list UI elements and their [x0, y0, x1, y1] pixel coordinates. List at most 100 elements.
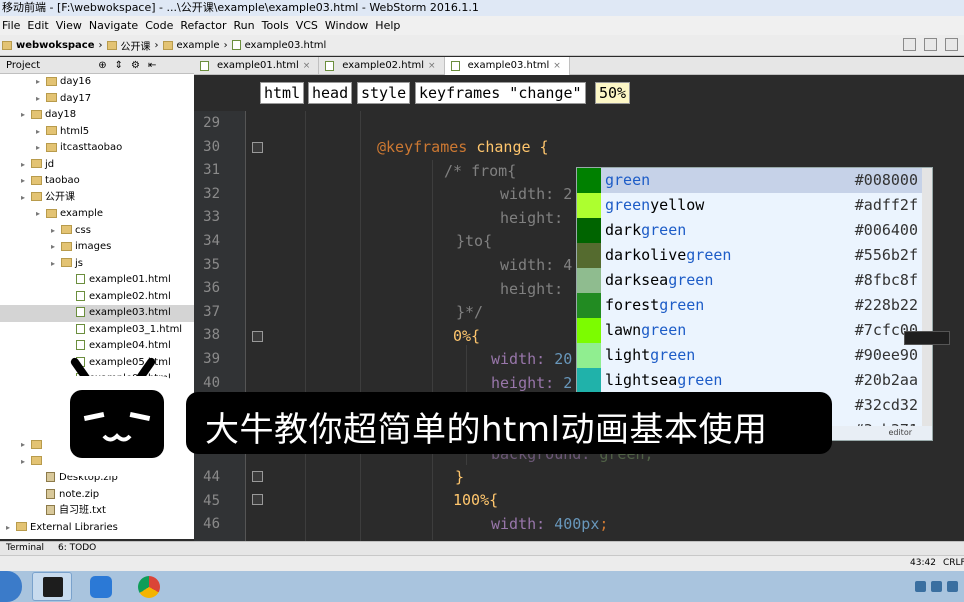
hide-icon[interactable]: ⇤: [148, 57, 156, 73]
breadcrumb-item[interactable]: head: [308, 82, 353, 104]
nav-folder2[interactable]: example: [177, 40, 220, 51]
fold-marker-icon[interactable]: [252, 471, 263, 482]
menu-refactor[interactable]: Refactor: [180, 16, 226, 35]
tab-example02-html[interactable]: example02.html ×: [319, 57, 445, 75]
expand-arrow-icon[interactable]: ▸: [21, 107, 31, 124]
expand-arrow-icon[interactable]: ▸: [21, 173, 31, 190]
menu-vcs[interactable]: VCS: [296, 16, 318, 35]
webstorm-taskbar-icon[interactable]: [32, 572, 72, 601]
sync-icon[interactable]: ⊕: [98, 57, 106, 73]
menu-run[interactable]: Run: [234, 16, 255, 35]
popup-scrollbar[interactable]: [922, 168, 932, 440]
expand-arrow-icon[interactable]: ▸: [36, 91, 46, 108]
collapse-icon[interactable]: ⇕: [115, 57, 123, 73]
breadcrumb-item[interactable]: html: [260, 82, 305, 104]
close-icon[interactable]: ×: [428, 57, 436, 75]
close-icon[interactable]: ×: [303, 57, 311, 75]
tree-item[interactable]: example03_1.html: [0, 322, 194, 339]
expand-arrow-icon[interactable]: ▸: [6, 520, 16, 537]
expand-arrow-icon[interactable]: ▸: [21, 190, 31, 207]
breadcrumb-item[interactable]: style: [357, 82, 411, 104]
tree-item[interactable]: ▸ images: [0, 239, 194, 256]
autocomplete-item[interactable]: darkgreen #006400: [577, 218, 932, 243]
gear-icon[interactable]: ⚙: [131, 57, 140, 73]
tree-item[interactable]: example05.html: [0, 355, 194, 372]
run-config-icon[interactable]: [903, 38, 916, 51]
wps-taskbar-icon[interactable]: [80, 572, 120, 601]
expand-arrow-icon[interactable]: ▸: [51, 256, 61, 273]
menu-edit[interactable]: Edit: [27, 16, 48, 35]
menu-file[interactable]: File: [2, 16, 20, 35]
autocomplete-item[interactable]: darkseagreen #8fbc8f: [577, 268, 932, 293]
tab-example03-html[interactable]: example03.html ×: [444, 57, 570, 75]
autocomplete-item[interactable]: lightseagreen #20b2aa: [577, 368, 932, 393]
tree-item[interactable]: example04.html: [0, 338, 194, 355]
tree-item[interactable]: ▸ example: [0, 206, 194, 223]
tree-item[interactable]: ▸ External Libraries: [0, 520, 194, 537]
code-keyframes-name: change {: [467, 138, 549, 156]
start-button-icon[interactable]: [0, 571, 22, 602]
tree-item[interactable]: ▸ itcasttaobao: [0, 140, 194, 157]
tree-item[interactable]: ▸ html5: [0, 124, 194, 141]
tray-icon[interactable]: [915, 581, 926, 592]
tree-item[interactable]: ▸ jd: [0, 157, 194, 174]
breadcrumb-item[interactable]: 50%: [595, 82, 631, 104]
menu-view[interactable]: View: [56, 16, 82, 35]
menu-code[interactable]: Code: [145, 16, 173, 35]
stop-icon[interactable]: [945, 38, 958, 51]
name-match: green: [677, 371, 723, 389]
tree-item[interactable]: ▸ day16: [0, 74, 194, 91]
expand-arrow-icon[interactable]: ▸: [21, 454, 31, 471]
expand-arrow-icon[interactable]: ▸: [51, 223, 61, 240]
tray-icon[interactable]: [947, 581, 958, 592]
fold-marker-icon[interactable]: [252, 331, 263, 342]
autocomplete-item[interactable]: lightgreen #90ee90: [577, 343, 932, 368]
autocomplete-item[interactable]: forestgreen #228b22: [577, 293, 932, 318]
tree-item[interactable]: 自习班.txt: [0, 503, 194, 520]
expand-arrow-icon[interactable]: ▸: [21, 437, 31, 454]
nav-file[interactable]: example03.html: [245, 40, 327, 51]
terminal-button[interactable]: Terminal: [6, 542, 44, 555]
tree-item[interactable]: ▸ 公开课: [0, 190, 194, 207]
tray-icon[interactable]: [931, 581, 942, 592]
mini-controls[interactable]: [904, 331, 950, 345]
expand-arrow-icon[interactable]: ▸: [36, 124, 46, 141]
nav-folder1[interactable]: 公开课: [121, 38, 151, 53]
tree-item[interactable]: ▸ day18: [0, 107, 194, 124]
fold-marker-icon[interactable]: [252, 494, 263, 505]
tree-item[interactable]: note.zip: [0, 487, 194, 504]
expand-arrow-icon[interactable]: ▸: [36, 74, 46, 91]
tree-item[interactable]: ▸ css: [0, 223, 194, 240]
todo-button[interactable]: 6: TODO: [58, 542, 96, 555]
menu-window[interactable]: Window: [325, 16, 368, 35]
debug-icon[interactable]: [924, 38, 937, 51]
tree-item[interactable]: example03.html: [0, 305, 194, 322]
autocomplete-item[interactable]: lawngreen #7cfc00: [577, 318, 932, 343]
cursor-position[interactable]: 43:42: [910, 556, 936, 571]
expand-arrow-icon[interactable]: ▸: [36, 140, 46, 157]
name-match: green: [659, 296, 705, 314]
breadcrumb-item[interactable]: keyframes "change": [415, 82, 586, 104]
autocomplete-item[interactable]: darkolivegreen #556b2f: [577, 243, 932, 268]
close-icon[interactable]: ×: [553, 57, 561, 75]
project-panel-label[interactable]: Project: [6, 57, 40, 73]
tab-example01-html[interactable]: example01.html ×: [194, 57, 320, 75]
tree-item[interactable]: ▸ day17: [0, 91, 194, 108]
nav-project[interactable]: webwokspace: [16, 40, 95, 51]
folder-icon: [61, 225, 72, 234]
tree-item[interactable]: example02.html: [0, 289, 194, 306]
expand-arrow-icon[interactable]: ▸: [21, 157, 31, 174]
menu-navigate[interactable]: Navigate: [89, 16, 138, 35]
expand-arrow-icon[interactable]: ▸: [51, 239, 61, 256]
autocomplete-item[interactable]: greenyellow #adff2f: [577, 193, 932, 218]
fold-marker-icon[interactable]: [252, 142, 263, 153]
menu-tools[interactable]: Tools: [262, 16, 289, 35]
tree-item[interactable]: example01.html: [0, 272, 194, 289]
chrome-taskbar-icon[interactable]: [128, 572, 168, 601]
tree-item[interactable]: ▸ taobao: [0, 173, 194, 190]
autocomplete-item[interactable]: green #008000: [577, 168, 932, 193]
menu-help[interactable]: Help: [375, 16, 400, 35]
tree-item[interactable]: ▸ js: [0, 256, 194, 273]
expand-arrow-icon[interactable]: ▸: [36, 206, 46, 223]
line-separator[interactable]: CRLF: [943, 556, 964, 571]
